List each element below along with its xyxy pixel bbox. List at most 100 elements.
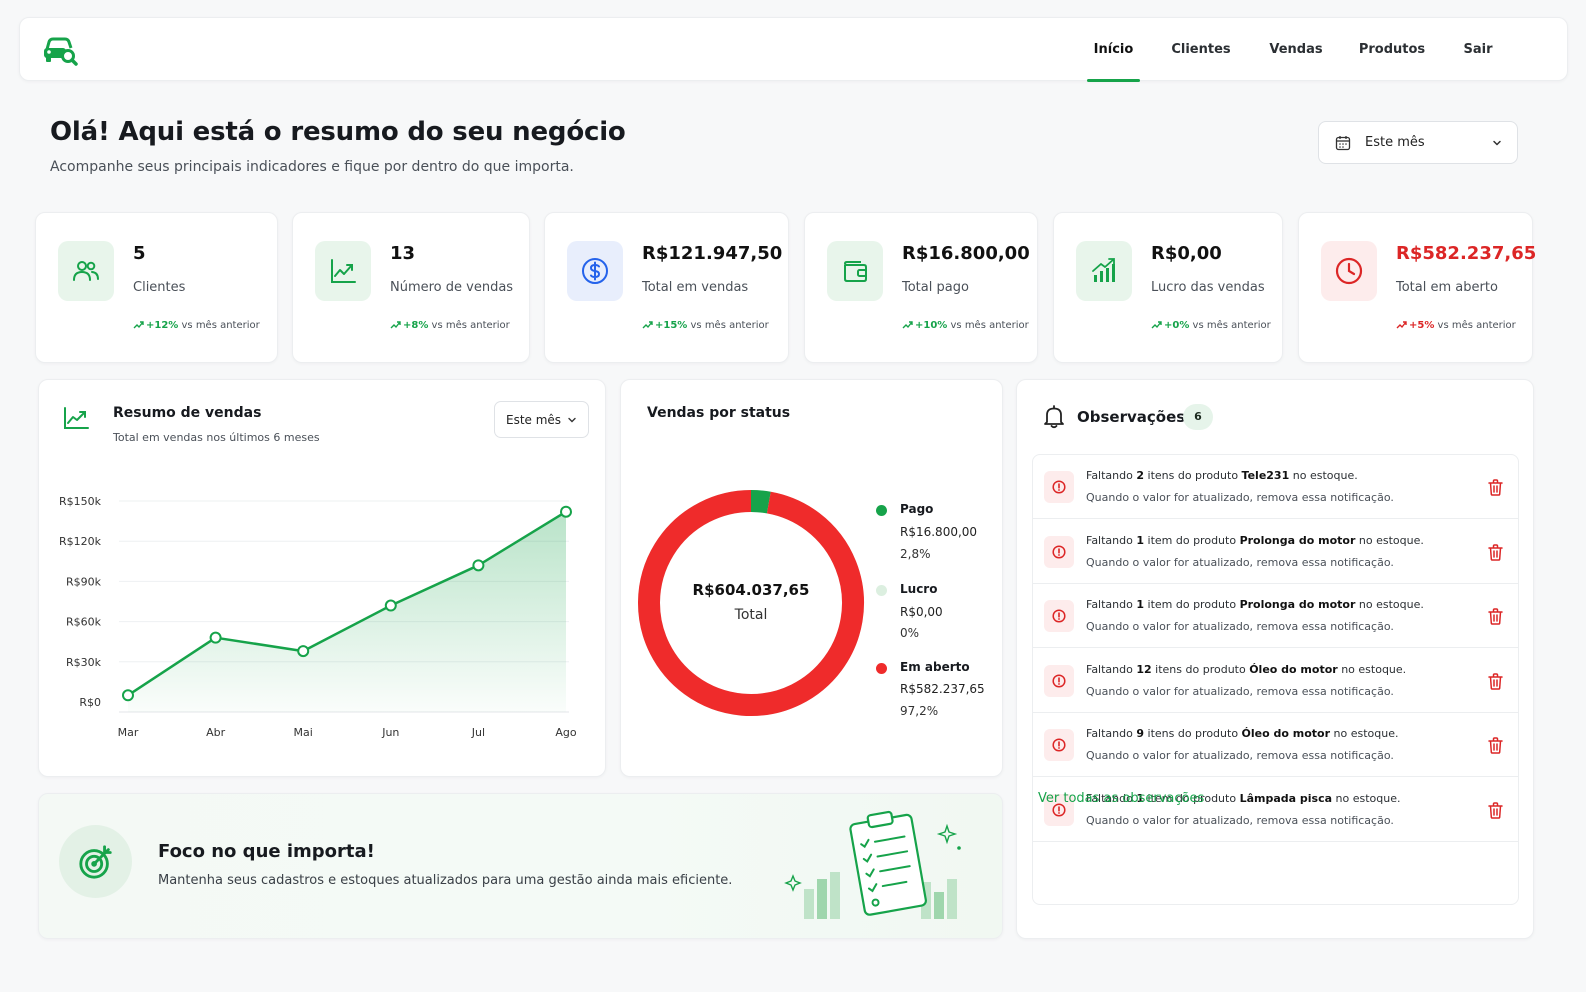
nav-item-inicio[interactable]: Início (1087, 18, 1140, 82)
observation-hint: Quando o valor for atualizado, remova es… (1086, 749, 1394, 762)
donut-total-label: Total (734, 607, 768, 623)
observation-item: Faltando 1 item do produto Lâmpada pisca… (1033, 778, 1518, 842)
observations-card: Observações 6 Faltando 2 itens do produt… (1016, 379, 1534, 939)
trend-up-icon (1396, 321, 1407, 329)
observations-count-badge: 6 (1183, 404, 1213, 430)
legend-name: Em aberto (900, 660, 970, 674)
trend-up-icon (1151, 321, 1162, 329)
legend-pct: 2,8% (900, 547, 931, 561)
page-title: Olá! Aqui está o resumo do seu negócio (50, 117, 626, 147)
data-point (384, 599, 397, 612)
kpi-card-total-aberto: R$582.237,65 Total em aberto +5% vs mês … (1298, 212, 1537, 363)
focus-subtitle: Mantenha seus cadastros e estoques atual… (158, 873, 733, 888)
bar-growth-icon (1076, 241, 1132, 301)
x-tick-label: Mai (294, 726, 313, 739)
kpi-label: Total em aberto (1396, 280, 1498, 295)
kpi-value: 13 (390, 243, 416, 264)
page-subtitle: Acompanhe seus principais indicadores e … (50, 159, 574, 175)
target-icon (59, 825, 132, 898)
kpi-trend: +5% vs mês anterior (1396, 320, 1516, 331)
x-tick-label: Abr (206, 726, 226, 739)
nav-item-vendas[interactable]: Vendas (1264, 18, 1328, 82)
car-search-logo-icon[interactable] (42, 33, 78, 67)
kpi-card-total-vendas: R$121.947,50 Total em vendas +15% vs mês… (544, 212, 789, 363)
chevron-down-icon (1493, 140, 1501, 146)
kpi-card-numero-vendas: 13 Número de vendas +8% vs mês anterior (292, 212, 530, 363)
nav-item-clientes[interactable]: Clientes (1168, 18, 1234, 82)
calendar-icon (1335, 136, 1351, 151)
clipboard-checklist-illustration-icon (784, 810, 961, 919)
kpi-trend: +10% vs mês anterior (902, 320, 1029, 331)
y-tick-label: R$150k (59, 495, 102, 508)
legend-dot-em-aberto (876, 663, 887, 674)
observation-message: Faltando 12 itens do produto Óleo do mot… (1086, 662, 1407, 676)
y-tick-label: R$120k (59, 535, 102, 548)
observation-message: Faltando 2 itens do produto Tele231 no e… (1086, 469, 1358, 482)
trend-up-icon (133, 321, 144, 329)
x-tick-label: Jun (381, 726, 399, 739)
x-tick-label: Jul (471, 726, 485, 739)
alert-circle-icon (1044, 664, 1074, 697)
trend-up-icon (390, 321, 401, 329)
clock-icon (1321, 241, 1377, 301)
legend-pct: 0% (900, 626, 920, 640)
observation-message: Faltando 1 item do produto Prolonga do m… (1086, 533, 1424, 547)
legend-value: R$16.800,00 (900, 525, 978, 539)
legend-name: Pago (900, 502, 934, 516)
observation-hint: Quando o valor for atualizado, remova es… (1086, 491, 1394, 504)
kpi-trend: +15% vs mês anterior (642, 320, 769, 331)
legend-dot-lucro (876, 585, 887, 596)
data-point (560, 505, 572, 518)
observation-item: Faltando 1 item do produto Prolonga do m… (1033, 520, 1518, 584)
top-nav: Início Clientes Vendas Produtos Sair (19, 17, 1568, 82)
alert-circle-icon (1044, 471, 1074, 503)
delete-trash-icon[interactable] (1488, 479, 1503, 496)
legend-dot-pago (876, 505, 887, 516)
kpi-card-lucro: R$0,00 Lucro das vendas +0% vs mês anter… (1053, 212, 1283, 363)
kpi-value: R$121.947,50 (642, 243, 783, 264)
nav-item-produtos[interactable]: Produtos (1356, 18, 1428, 82)
active-tab-indicator (1087, 79, 1140, 82)
observation-item: Faltando 2 itens do produto Tele231 no e… (1033, 455, 1518, 519)
y-tick-label: R$90k (66, 575, 102, 588)
wallet-icon (827, 241, 883, 301)
kpi-value: R$582.237,65 (1396, 243, 1537, 264)
status-title: Vendas por status (647, 405, 791, 421)
kpi-card-clientes: 5 Clientes +12% vs mês anterior (35, 212, 278, 363)
view-all-observations-link[interactable]: Ver todas as observações (1038, 791, 1204, 806)
trend-up-icon (902, 321, 913, 329)
delete-trash-icon[interactable] (1488, 608, 1503, 625)
observation-item: Faltando 9 itens do produto Óleo do moto… (1033, 713, 1518, 777)
donut-total-value: R$604.037,65 (692, 581, 810, 599)
delete-trash-icon[interactable] (1488, 737, 1503, 754)
period-select-label: Este mês (1365, 135, 1425, 150)
focus-banner: Foco no que importa! Mantenha seus cadas… (38, 793, 1003, 939)
dollar-icon (567, 241, 623, 301)
delete-trash-icon[interactable] (1488, 672, 1503, 690)
observation-item: Faltando 12 itens do produto Óleo do mot… (1033, 649, 1518, 713)
y-tick-label: R$30k (66, 656, 102, 669)
nav-item-sair[interactable]: Sair (1458, 18, 1498, 82)
y-tick-label: R$0 (79, 696, 101, 709)
status-donut-chart (638, 490, 864, 716)
alert-circle-icon (1044, 535, 1074, 568)
kpi-trend: +0% vs mês anterior (1151, 320, 1271, 331)
period-select[interactable]: Este mês (1318, 121, 1518, 164)
observations-title: Observações (1077, 408, 1186, 426)
delete-trash-icon[interactable] (1488, 801, 1503, 819)
kpi-value: 5 (133, 243, 146, 264)
x-tick-label: Ago (555, 726, 577, 739)
kpi-label: Lucro das vendas (1151, 280, 1265, 295)
delete-trash-icon[interactable] (1488, 543, 1503, 561)
focus-title: Foco no que importa! (158, 841, 375, 862)
data-point (472, 559, 485, 572)
kpi-trend: +12% vs mês anterior (133, 320, 260, 331)
sales-status-card: Vendas por status R$604.037,65 Total Pag… (620, 379, 1003, 777)
sales-line-chart: R$0 R$30k R$60k R$90k R$120k R$150k Mar Abr Mai… (59, 495, 577, 739)
observation-message: Faltando 1 item do produto Prolonga do m… (1086, 598, 1424, 611)
observation-hint: Quando o valor for atualizado, remova es… (1086, 684, 1394, 698)
observations-list: Faltando 2 itens do produto Tele231 no e… (1032, 454, 1519, 905)
donut-slice-pago (750, 490, 771, 514)
users-icon (58, 241, 114, 301)
kpi-label: Número de vendas (390, 280, 514, 295)
